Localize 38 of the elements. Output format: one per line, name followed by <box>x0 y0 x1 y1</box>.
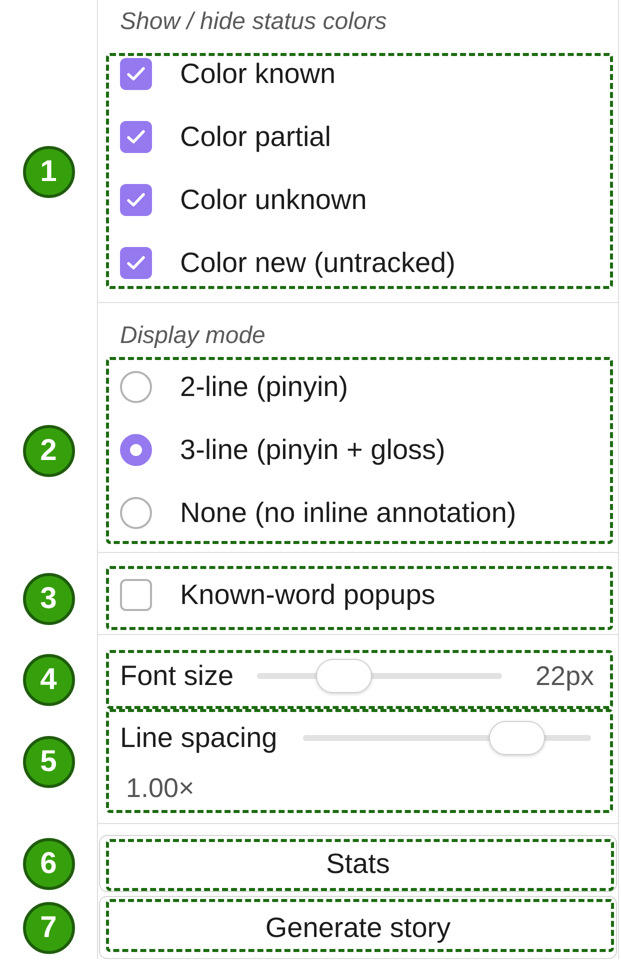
checkbox-label[interactable]: Color new (untracked) <box>180 246 456 280</box>
radio-button[interactable] <box>120 434 152 466</box>
slider-thumb[interactable] <box>316 659 372 693</box>
section-heading: Display mode <box>119 321 266 351</box>
callout-number: 7 <box>22 902 74 954</box>
checkbox[interactable] <box>120 184 152 216</box>
slider-track[interactable] <box>257 659 502 693</box>
callout-number: 5 <box>22 736 74 788</box>
callout-number: 4 <box>22 654 74 706</box>
slider-thumb[interactable] <box>488 721 545 755</box>
slider-label: Line spacing <box>120 721 278 755</box>
check-icon <box>127 67 145 81</box>
callout-number: 1 <box>22 146 74 198</box>
checkbox[interactable] <box>120 121 152 153</box>
checkbox-label[interactable]: Color unknown <box>180 183 367 217</box>
check-icon <box>127 130 145 144</box>
slider-track[interactable] <box>303 721 591 755</box>
callout-number: 2 <box>22 425 74 477</box>
check-icon <box>127 256 145 270</box>
action-button[interactable]: Generate story <box>99 896 617 959</box>
section-heading: Show / hide status colors <box>119 7 388 37</box>
checkbox[interactable] <box>120 579 152 611</box>
checkbox-label[interactable]: Color partial <box>180 120 331 154</box>
check-icon <box>127 193 145 207</box>
checkbox-label[interactable]: Color known <box>180 57 336 91</box>
radio-label[interactable]: None (no inline annotation) <box>180 496 516 530</box>
radio-label[interactable]: 2-line (pinyin) <box>180 370 348 404</box>
checkbox[interactable] <box>120 247 152 279</box>
slider-value: 1.00× <box>126 772 194 805</box>
slider-label: Font size <box>120 659 235 693</box>
radio-button[interactable] <box>120 497 152 529</box>
action-button[interactable]: Stats <box>99 835 617 892</box>
checkbox[interactable] <box>120 58 152 90</box>
slider-value: 22px <box>535 660 594 693</box>
radio-label[interactable]: 3-line (pinyin + gloss) <box>180 433 446 467</box>
callout-number: 3 <box>22 572 74 624</box>
callout-number: 6 <box>22 838 74 890</box>
radio-button[interactable] <box>120 371 152 403</box>
